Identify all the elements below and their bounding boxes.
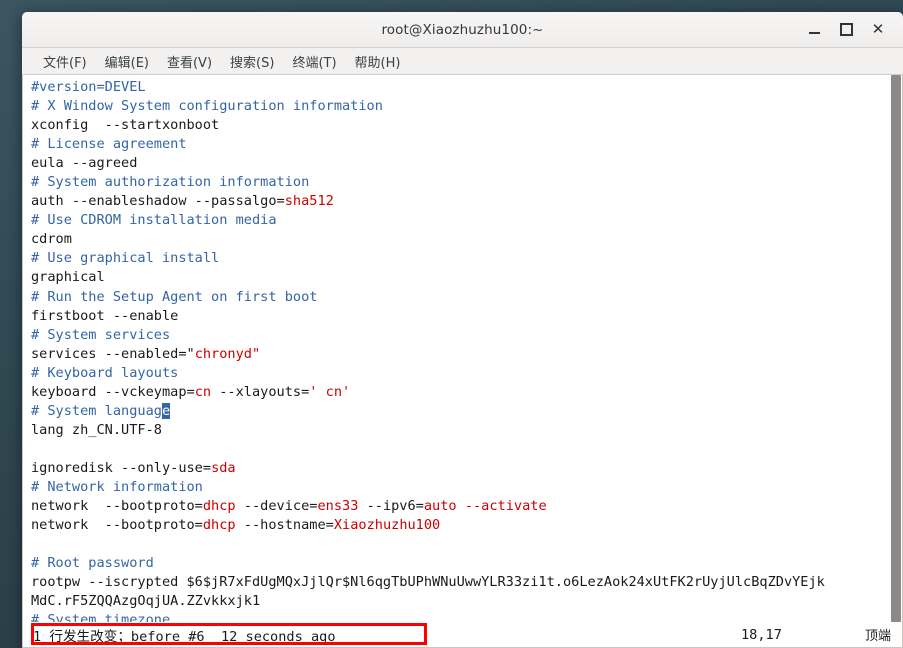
editor-line: #version=DEVEL (31, 78, 889, 97)
editor-line: firstboot --enable (31, 307, 889, 326)
menu-item-file[interactable]: 文件(F) (34, 50, 96, 73)
editor-text-span: lang zh_CN.UTF-8 (31, 421, 162, 438)
editor-text-span: # License agreement (31, 136, 187, 153)
editor-text-span: cdrom (31, 231, 72, 248)
editor-line: rootpw --iscrypted $6$jR7xFdUgMQxJjlQr$N… (31, 573, 889, 592)
editor-text-span: ' cn' (309, 383, 351, 400)
editor-text-span: auto --activate (423, 498, 547, 515)
editor-line: graphical (31, 268, 889, 287)
close-button[interactable]: ✕ (863, 16, 893, 44)
maximize-button[interactable] (831, 16, 861, 44)
window-title: root@Xiaozhuzhu100:~ (381, 21, 544, 38)
menu-item-help[interactable]: 帮助(H) (346, 50, 410, 73)
editor-text-span: --device= (235, 498, 318, 515)
editor-line: # Run the Setup Agent on first boot (31, 288, 889, 307)
menu-item-view[interactable]: 查看(V) (158, 50, 221, 73)
editor-text-span: network --bootproto= (31, 517, 203, 534)
editor-text-span: # X Window System configuration informat… (31, 98, 383, 115)
editor-text-span: # Network information (31, 478, 203, 495)
terminal-window: root@Xiaozhuzhu100:~ ✕ 文件(F) 编辑(E) 查看(V)… (22, 12, 903, 648)
editor-text-span: # Root password (31, 555, 154, 572)
editor-text-span: rootpw --iscrypted $6$jR7xFdUgMQxJjlQr$N… (31, 574, 825, 591)
editor-line: # System timezone (31, 611, 889, 622)
editor-text-span: --hostname= (235, 517, 334, 534)
menu-item-search[interactable]: 搜索(S) (221, 50, 283, 73)
terminal-scrollbar[interactable] (889, 75, 902, 622)
editor-line: # System authorization information (31, 173, 889, 192)
editor-text-span: --xlayouts= (211, 383, 310, 400)
editor-line: # System services (31, 326, 889, 345)
editor-line: xconfig --startxonboot (31, 116, 889, 135)
window-titlebar[interactable]: root@Xiaozhuzhu100:~ ✕ (22, 12, 903, 48)
editor-line: eula --agreed (31, 154, 889, 173)
editor-text-span: MdC.rF5ZQQAzgOqjUA.ZZvkkxjk1 (31, 593, 261, 610)
editor-text-span: sha512 (284, 193, 334, 210)
editor-text-span: dhcp (202, 498, 236, 515)
editor-text-span: # System services (31, 326, 171, 343)
editor-text-span: # System timezone (31, 612, 171, 622)
editor-text-span: cn (194, 383, 212, 400)
editor-text-span: firstboot --enable (31, 307, 179, 324)
editor-line: cdrom (31, 230, 889, 249)
editor-text-span: graphical (31, 269, 105, 286)
editor-text-span: ignoredisk --only-use= (31, 459, 212, 476)
menu-item-edit[interactable]: 编辑(E) (96, 50, 158, 73)
editor-line: keyboard --vckeymap=cn --xlayouts=' cn' (31, 383, 889, 402)
editor-text-span: eula --agreed (31, 155, 138, 172)
vim-status-line: 1 行发生改变；before #6 12 seconds ago 18,17 顶… (22, 622, 903, 648)
editor-line: services --enabled="chronyd" (31, 345, 889, 364)
menu-bar: 文件(F) 编辑(E) 查看(V) 搜索(S) 终端(T) 帮助(H) (22, 48, 903, 75)
editor-text-span: services --enabled=" (31, 345, 195, 362)
maximize-icon (839, 23, 853, 36)
editor-text-span: # Run the Setup Agent on first boot (31, 288, 318, 305)
editor-line: # X Window System configuration informat… (31, 97, 889, 116)
editor-line: lang zh_CN.UTF-8 (31, 421, 889, 440)
menu-item-terminal[interactable]: 终端(T) (283, 50, 345, 73)
status-message: 1 行发生改变；before #6 12 seconds ago (33, 628, 336, 645)
editor-text-span: network --bootproto= (31, 498, 203, 515)
editor-text-span: auth --enableshadow --passalgo= (31, 193, 285, 210)
editor-text-span: # System languag (31, 402, 162, 419)
editor-line: auth --enableshadow --passalgo=sha512 (31, 192, 889, 211)
editor-line: # System language (31, 402, 889, 421)
editor-text-span: chronyd" (194, 345, 261, 362)
editor-text-span: # System authorization information (31, 174, 310, 191)
editor-text-span: # Use CDROM installation media (31, 212, 277, 229)
editor-line: network --bootproto=dhcp --device=ens33 … (31, 497, 889, 516)
editor-text-span: keyboard --vckeymap= (31, 383, 195, 400)
editor-line: ignoredisk --only-use=sda (31, 459, 889, 478)
editor-line: # Keyboard layouts (31, 364, 889, 383)
editor-line: # Use graphical install (31, 249, 889, 268)
editor-line: MdC.rF5ZQQAzgOqjUA.ZZvkkxjk1 (31, 592, 889, 611)
cursor-position: 18,17 (741, 626, 782, 643)
minimize-button[interactable] (799, 16, 829, 44)
editor-line: # Network information (31, 478, 889, 497)
text-cursor: e (161, 402, 171, 419)
editor-line: # Root password (31, 554, 889, 573)
window-controls: ✕ (799, 16, 903, 44)
editor-text-span: Xiaozhuzhu100 (333, 517, 441, 534)
minimize-icon (808, 32, 820, 34)
terminal-viewport[interactable]: #version=DEVEL # X Window System configur… (22, 75, 903, 622)
editor-text-span: sda (211, 459, 236, 476)
editor-line: network --bootproto=dhcp --hostname=Xiao… (31, 516, 889, 535)
editor-text-span: dhcp (202, 517, 236, 534)
file-position-indicator: 顶端 (865, 629, 892, 644)
editor-text-span: # Use graphical install (31, 250, 220, 267)
close-icon: ✕ (871, 20, 885, 38)
editor-text[interactable]: #version=DEVEL # X Window System configur… (23, 75, 889, 622)
editor-text-span: xconfig --startxonboot (31, 117, 220, 134)
editor-text-span: # Keyboard layouts (31, 364, 179, 381)
editor-text-span: ens33 (317, 498, 359, 515)
editor-text-span: #version=DEVEL (31, 79, 146, 95)
scrollbar-thumb[interactable] (891, 75, 901, 622)
editor-text-span: --ipv6= (358, 498, 424, 515)
editor-line: # Use CDROM installation media (31, 211, 889, 230)
editor-line: # License agreement (31, 135, 889, 154)
